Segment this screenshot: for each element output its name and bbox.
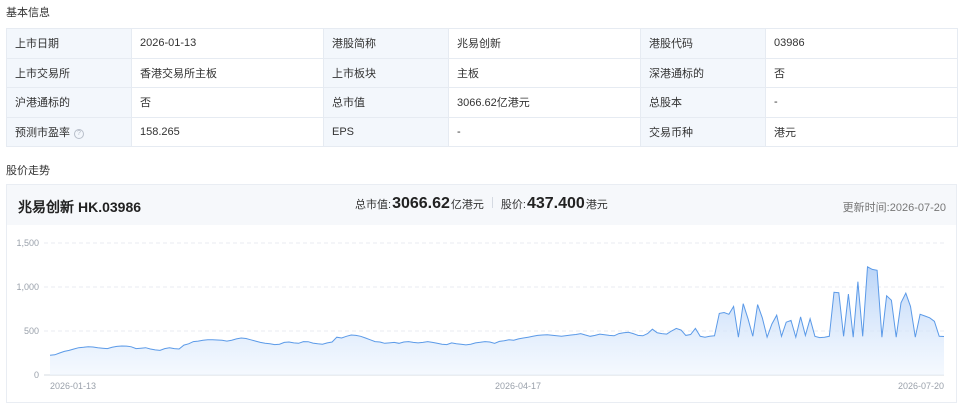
eps-label: EPS [323, 116, 449, 147]
forward-pe-label-text: 预测市盈率 [15, 126, 70, 139]
currency-value: 港元 [765, 116, 958, 147]
table-row: 沪港通标的 否 总市值 3066.62亿港元 总股本 - [6, 87, 958, 118]
listing-date-value: 2026-01-13 [131, 28, 324, 59]
market-cap-stat-value: 3066.62 [392, 195, 450, 212]
market-cap-label: 总市值 [323, 87, 449, 118]
total-shares-label: 总股本 [640, 87, 766, 118]
hk-code-value: 03986 [765, 28, 958, 59]
x-tick-label: 2026-04-17 [495, 381, 541, 391]
stat-divider [491, 197, 493, 208]
stock-code: HK.03986 [78, 199, 142, 215]
header-stats: 总市值: 3066.62 亿港元 股价: 437.400 港元 [355, 195, 608, 215]
market-cap-value: 3066.62亿港元 [448, 87, 641, 118]
forward-pe-value: 158.265 [131, 116, 324, 147]
table-row: 上市日期 2026-01-13 港股简称 兆易创新 港股代码 03986 [6, 28, 958, 59]
shenzhen-connect-value: 否 [765, 57, 958, 88]
hk-short-name-label: 港股简称 [323, 28, 449, 59]
price-trend-title: 股价走势 [6, 165, 50, 177]
total-shares-value: - [765, 87, 958, 118]
stock-title: 兆易创新 HK.03986 [18, 197, 141, 217]
update-time-value: 2026-07-20 [889, 202, 946, 214]
price-area-chart: 0 500 1,000 1,500 2026-01-13 2026-04-17 2026-0… [16, 238, 945, 391]
price-stat-value: 437.400 [526, 195, 585, 212]
basic-info-table: 上市日期 2026-01-13 港股简称 兆易创新 港股代码 03986 上市交… [6, 28, 958, 147]
price-stat-unit: 港元 [585, 199, 608, 211]
shanghai-connect-label: 沪港通标的 [6, 87, 132, 118]
shanghai-connect-value: 否 [131, 87, 324, 118]
listing-date-label: 上市日期 [6, 28, 132, 59]
y-tick-label: 1,000 [16, 282, 39, 292]
table-row: 预测市盈率? 158.265 EPS - 交易币种 港元 [6, 116, 958, 147]
board-label: 上市板块 [323, 57, 449, 88]
forward-pe-label: 预测市盈率? [6, 116, 132, 147]
help-icon[interactable]: ? [74, 128, 84, 139]
market-cap-stat-label: 总市值: [355, 199, 392, 211]
x-tick-label: 2026-01-13 [50, 381, 96, 391]
market-cap-stat-unit: 亿港元 [450, 199, 484, 211]
y-tick-label: 1,500 [16, 238, 39, 248]
board-value: 主板 [448, 57, 641, 88]
price-stat-label: 股价: [500, 199, 526, 211]
y-tick-label: 500 [24, 326, 39, 336]
exchange-label: 上市交易所 [6, 57, 132, 88]
hk-code-label: 港股代码 [640, 28, 766, 59]
update-time-label: 更新时间: [842, 202, 890, 214]
eps-value: - [448, 116, 641, 147]
x-tick-label: 2026-07-20 [898, 381, 944, 391]
exchange-value: 香港交易所主板 [131, 57, 324, 88]
y-tick-label: 0 [34, 370, 39, 380]
hk-short-name-value: 兆易创新 [448, 28, 641, 59]
chart-header: 兆易创新 HK.03986 总市值: 3066.62 亿港元 股价: 437.40… [7, 185, 956, 225]
table-row: 上市交易所 香港交易所主板 上市板块 主板 深港通标的 否 [6, 57, 958, 88]
stock-name: 兆易创新 [18, 199, 74, 215]
currency-label: 交易币种 [640, 116, 766, 147]
basic-info-title: 基本信息 [6, 7, 50, 19]
shenzhen-connect-label: 深港通标的 [640, 57, 766, 88]
price-chart-panel: 兆易创新 HK.03986 总市值: 3066.62 亿港元 股价: 437.40… [6, 184, 957, 403]
update-time: 更新时间:2026-07-20 [843, 199, 946, 215]
